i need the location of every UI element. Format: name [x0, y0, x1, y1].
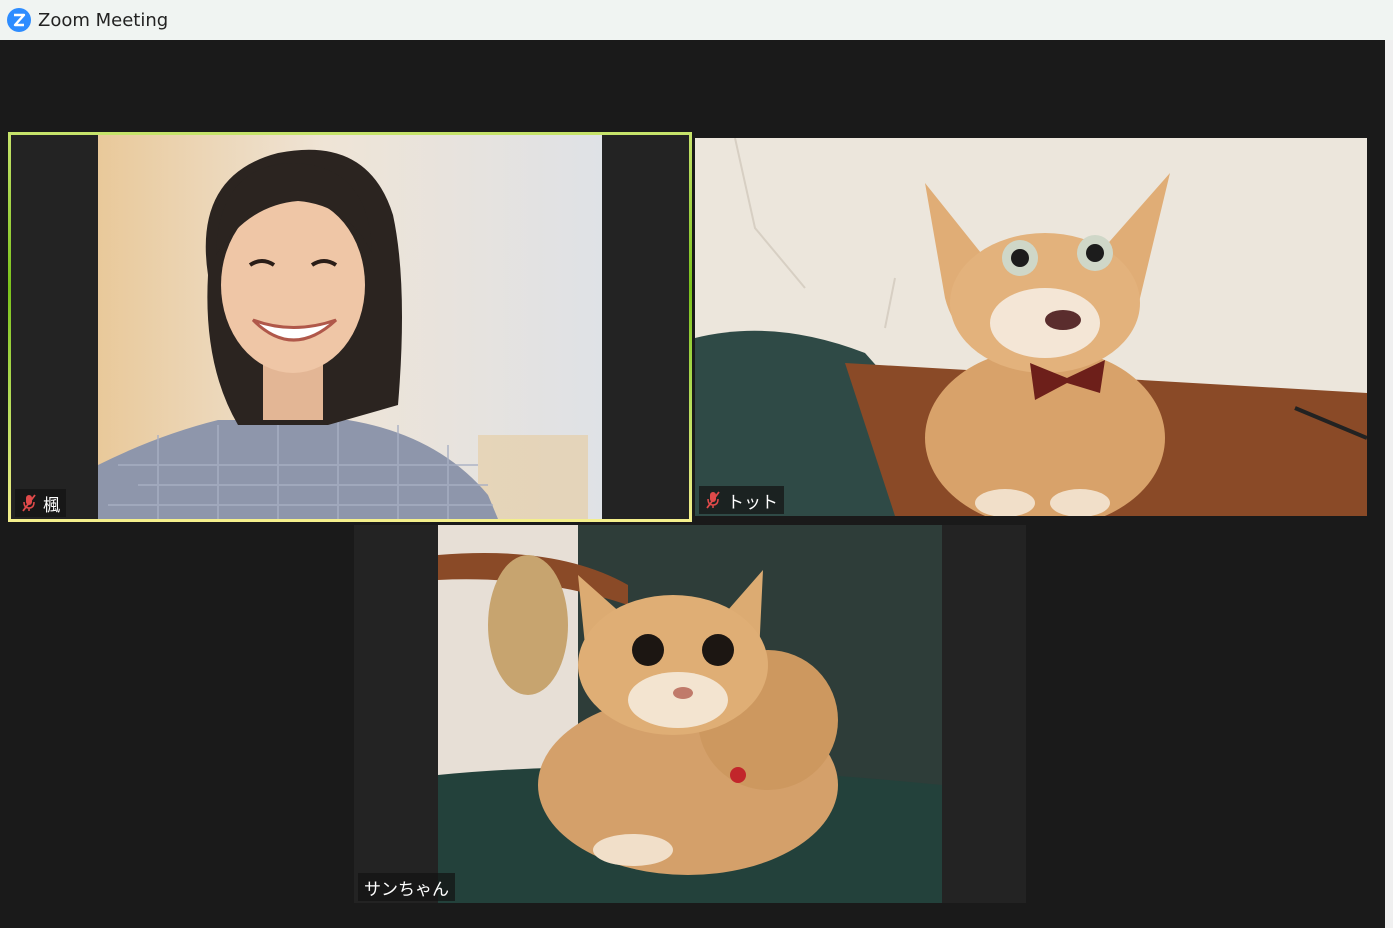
participant-video	[438, 525, 942, 903]
participant-nameplate: トット	[699, 486, 784, 514]
participant-nameplate: 楓	[15, 489, 66, 517]
zoom-logo-icon	[7, 8, 31, 32]
participant-video	[98, 135, 602, 519]
muted-mic-icon	[706, 491, 720, 509]
muted-mic-icon	[22, 494, 36, 512]
participant-name: 楓	[43, 495, 60, 516]
participant-video	[695, 138, 1367, 516]
window-edge	[1385, 40, 1393, 928]
window-title: Zoom Meeting	[38, 9, 169, 31]
video-tile-totto[interactable]: トット	[695, 138, 1367, 516]
video-tile-sanchan[interactable]: サンちゃん	[354, 525, 1026, 903]
participant-nameplate: サンちゃん	[358, 873, 455, 901]
title-bar: Zoom Meeting	[0, 0, 1393, 41]
participant-name: サンちゃん	[364, 879, 449, 900]
video-tile-kaede[interactable]: 楓	[8, 132, 692, 522]
participant-name: トット	[727, 492, 778, 513]
